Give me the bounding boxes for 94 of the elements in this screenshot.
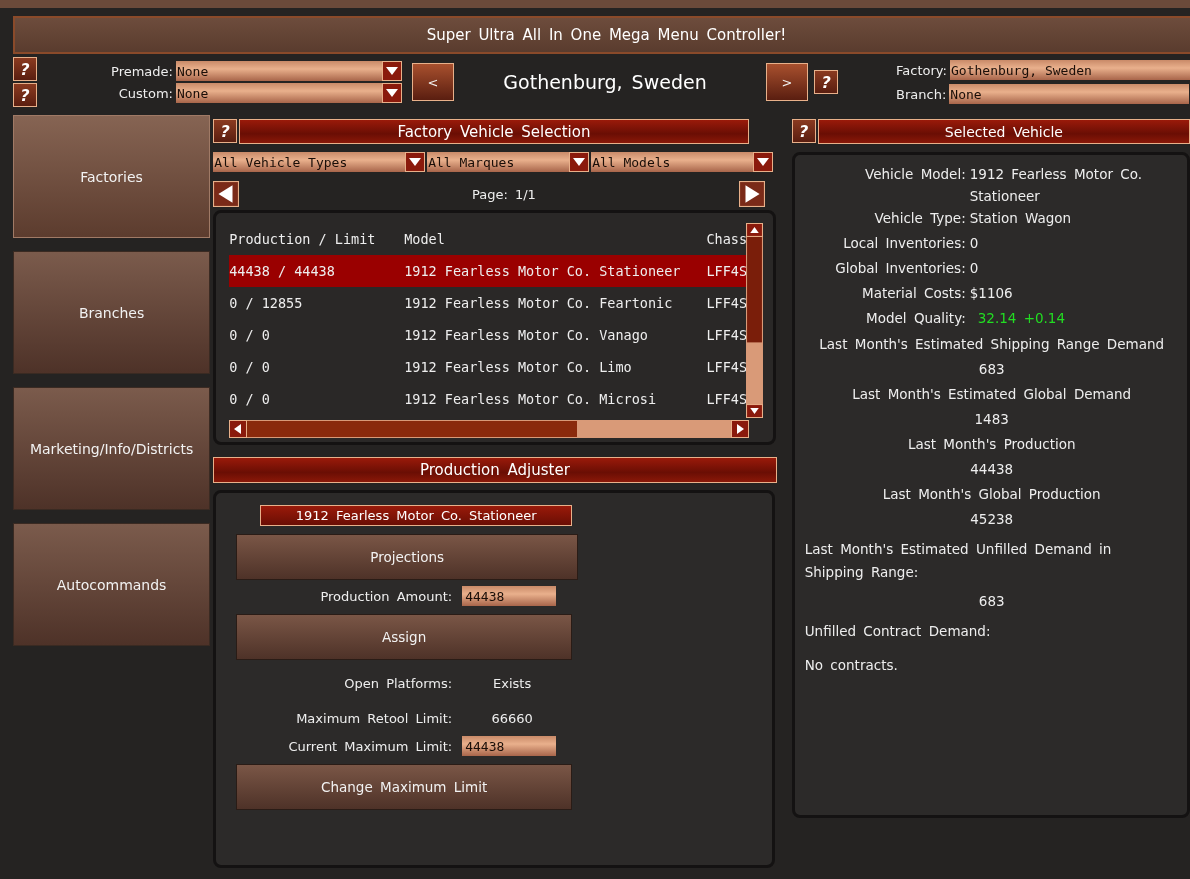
table-cell: LFF4S — [706, 391, 747, 407]
action-button[interactable]: Assign — [236, 614, 573, 660]
action-button[interactable]: Change Maximum Limit — [236, 764, 573, 810]
previous-button[interactable]: < — [411, 63, 455, 101]
help-button[interactable]: ? — [13, 83, 37, 107]
city-name: Gothenburg, Sweden — [502, 71, 708, 93]
column-header: Production / Limit — [229, 231, 377, 247]
dropdown[interactable]: None — [175, 61, 402, 81]
filter-dropdown[interactable]: All Marques — [427, 152, 590, 172]
sidebar-item[interactable]: Factories — [13, 115, 211, 238]
model-name-label: 1912 Fearless Motor Co. Stationeer — [260, 505, 573, 526]
help-button[interactable]: ? — [13, 57, 37, 81]
detail-value: 1912 Fearless Motor Co. Stationeer — [969, 165, 1143, 206]
help-button[interactable]: ? — [213, 119, 238, 143]
table-cell: LFF4S — [706, 327, 747, 343]
detail-text: 683 — [977, 360, 1006, 379]
section-header: Selected Vehicle — [817, 119, 1190, 144]
help-button[interactable]: ? — [814, 70, 839, 94]
dropdown[interactable]: None — [175, 83, 402, 103]
table-row[interactable]: 0 / 12855 1912 Fearless Motor Co. Feartonic LFF4S — [229, 287, 747, 319]
detail-text: Unfilled Contract Demand: — [804, 622, 992, 641]
detail-label: Vehicle Type: — [873, 209, 966, 228]
detail-label: Material Costs: — [861, 284, 966, 303]
detail-value: 0 — [969, 259, 980, 278]
dropdown-caret-icon[interactable] — [405, 152, 426, 172]
detail-text: Last Month's Global Production — [881, 485, 1102, 504]
filter-dropdown[interactable]: All Models — [591, 152, 774, 172]
detail-text: 1483 — [973, 410, 1010, 429]
field-label: Current Maximum Limit: — [287, 738, 453, 754]
action-button[interactable]: Projections — [236, 534, 579, 580]
section-header: Production Adjuster — [213, 457, 777, 483]
selector-label: Premade: — [111, 63, 173, 79]
detail-text: Last Month's Estimated Unfilled Demand in Shipping Range: — [804, 540, 1113, 582]
detail-label: Model Quality: — [865, 309, 966, 328]
table-cell: LFF4S — [706, 263, 747, 279]
detail-value: Station Wagon — [969, 209, 1073, 228]
filter-dropdown[interactable]: All Vehicle Types — [213, 152, 426, 172]
detail-text: No contracts. — [804, 656, 899, 675]
field-label: Branch: — [896, 86, 947, 102]
section-header: Factory Vehicle Selection — [239, 119, 749, 144]
dropdown-caret-icon[interactable] — [569, 152, 590, 172]
detail-value: $1106 — [969, 284, 1014, 303]
detail-text: Last Month's Estimated Shipping Range Demand — [818, 335, 1166, 354]
table-row[interactable]: 0 / 0 1912 Fearless Motor Co. Vanago LFF4S — [229, 319, 747, 351]
detail-text: 45238 — [969, 510, 1015, 529]
horizontal-scrollbar[interactable] — [229, 420, 750, 438]
detail-value: 0 — [969, 234, 980, 253]
column-header: Chass — [706, 231, 747, 247]
table-cell-text: 1912 Fearless Motor Co. Limo — [404, 359, 633, 375]
table-cell-text: 0 / 12855 — [229, 295, 304, 311]
detail-label: Global Inventories: — [834, 259, 966, 278]
table-row[interactable]: 44438 / 44438 1912 Fearless Motor Co. Stationeer LFF4S — [229, 255, 747, 287]
page-indicator: Page: 1/1 — [472, 186, 536, 202]
info-value: 66660 — [490, 711, 534, 726]
detail-text: 44438 — [969, 460, 1015, 479]
table-cell-text: 0 / 0 — [229, 391, 271, 407]
table-cell-text: 1912 Fearless Motor Co. Feartonic — [404, 295, 674, 311]
dropdown-caret-icon[interactable] — [381, 61, 402, 81]
info-label: Maximum Retool Limit: — [295, 711, 453, 726]
info-value: Exists — [492, 676, 533, 691]
selector-label: Custom: — [118, 85, 173, 101]
detail-label: Vehicle Model: — [864, 165, 966, 184]
table-cell-text: 1912 Fearless Motor Co. Stationeer — [404, 263, 682, 279]
vertical-scrollbar[interactable] — [746, 223, 764, 418]
column-header: Model — [404, 231, 446, 247]
table-cell-text: 1912 Fearless Motor Co. Microsi — [404, 391, 658, 407]
sidebar-item[interactable]: Branches — [13, 251, 211, 374]
dropdown-caret-icon[interactable] — [381, 83, 402, 103]
table-row[interactable]: 0 / 0 1912 Fearless Motor Co. Limo LFF4S — [229, 351, 747, 383]
sidebar-item[interactable]: Autocommands — [13, 523, 211, 646]
field-label: Factory: — [896, 62, 947, 78]
detail-text: Last Month's Production — [906, 435, 1077, 454]
detail-text: 683 — [977, 592, 1006, 611]
info-label: Open Platforms: — [343, 676, 453, 691]
text-field[interactable]: None — [949, 84, 1190, 104]
text-field[interactable]: Gothenburg, Sweden — [950, 60, 1190, 80]
sidebar-item[interactable]: Marketing/Info/Districts — [13, 387, 211, 510]
table-cell: LFF4S — [706, 359, 747, 375]
window-title: Super Ultra All In One Mega Menu Controller! — [13, 16, 1190, 54]
table-row[interactable]: 0 / 0 1912 Fearless Motor Co. Microsi LFF4S — [229, 383, 747, 415]
table-cell-text: 0 / 0 — [229, 327, 271, 343]
field-label: Production Amount: — [319, 588, 453, 604]
detail-label: Local Inventories: — [842, 234, 966, 253]
table-cell-text: 44438 / 44438 — [229, 263, 336, 279]
help-button[interactable]: ? — [791, 119, 816, 143]
number-field[interactable]: 44438 — [462, 736, 557, 756]
table-cell-text: 0 / 0 — [229, 359, 271, 375]
dropdown-caret-icon[interactable] — [753, 152, 774, 172]
next-button[interactable]: > — [765, 63, 809, 101]
number-field[interactable]: 44438 — [462, 586, 557, 606]
detail-value: 32.14 +0.14 — [977, 309, 1067, 328]
detail-text: Last Month's Estimated Global Demand — [851, 385, 1133, 404]
table-cell-text: 1912 Fearless Motor Co. Vanago — [404, 327, 649, 343]
table-cell: LFF4S — [706, 295, 747, 311]
